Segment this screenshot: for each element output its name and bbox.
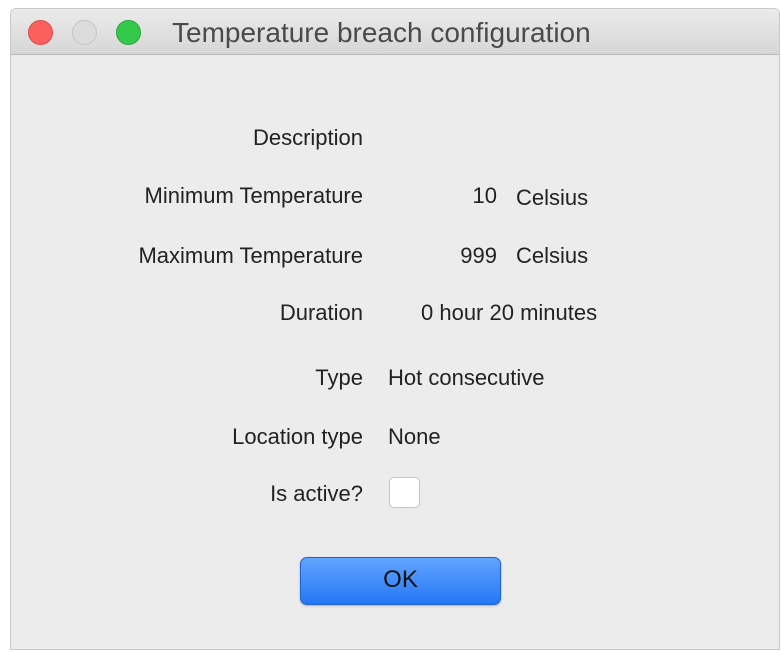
ok-button[interactable]: OK [300, 557, 501, 605]
close-window-icon[interactable] [28, 20, 53, 45]
is-active-checkbox[interactable] [389, 477, 420, 508]
is-active-label: Is active? [270, 481, 363, 506]
type-value: Hot consecutive [388, 365, 545, 390]
maximum-temperature-unit: Celsius [516, 243, 589, 268]
duration-label: Duration [279, 300, 363, 325]
maximum-temperature-value: 999 [460, 243, 497, 268]
window-title: Temperature breach configuration [172, 17, 591, 48]
minimum-temperature-unit: Celsius [516, 185, 589, 210]
dialog-window: Temperature breach configuration Descrip… [10, 8, 780, 650]
location-type-value: None [388, 424, 441, 449]
minimize-window-icon[interactable] [72, 20, 97, 45]
maximum-temperature-label: Maximum Temperature [138, 243, 363, 268]
minimum-temperature-label: Minimum Temperature [144, 183, 363, 208]
type-label: Type [315, 365, 363, 390]
minimum-temperature-value: 10 [472, 183, 497, 208]
location-type-label: Location type [232, 424, 363, 449]
duration-value: 0 hour 20 minutes [421, 300, 598, 325]
description-label: Description [252, 125, 363, 150]
zoom-window-icon[interactable] [116, 20, 141, 45]
title-bar[interactable]: Temperature breach configuration [11, 9, 779, 55]
